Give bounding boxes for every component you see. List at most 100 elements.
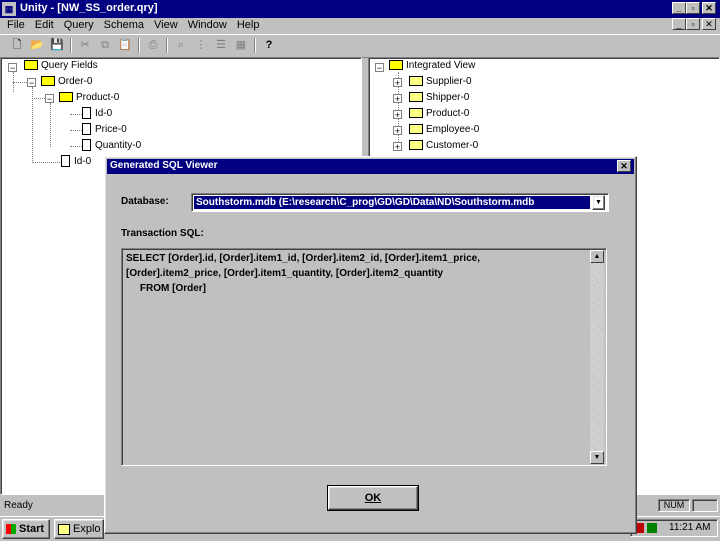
database-select[interactable]: Southstorm.mdb (E:\research\C_prog\GD\GD…: [191, 193, 609, 212]
expand-icon[interactable]: +: [393, 78, 402, 88]
collapse-icon[interactable]: −: [375, 63, 384, 73]
tree-node-integrated-view[interactable]: Integrated View: [389, 59, 475, 73]
toolbar-separator: [138, 38, 140, 53]
sql-line: [Order].item2_price, [Order].item1_quant…: [126, 268, 444, 279]
folder-open-icon: [41, 76, 55, 87]
database-select-value: Southstorm.mdb (E:\research\C_prog\GD\GD…: [194, 196, 590, 209]
folder-icon: [409, 140, 423, 151]
node-label: Id-0: [74, 156, 92, 167]
collapse-icon[interactable]: −: [45, 94, 54, 104]
node-label: Customer-0: [426, 140, 479, 151]
paste-icon[interactable]: 📋: [116, 37, 134, 54]
vertical-scrollbar[interactable]: ▲ ▼: [590, 250, 604, 464]
tree-node-supplier[interactable]: Supplier-0: [409, 75, 472, 89]
save-icon[interactable]: 💾: [48, 37, 66, 54]
folder-open-icon: [59, 92, 73, 103]
menu-view[interactable]: View: [149, 17, 183, 33]
document-icon: [82, 107, 91, 120]
scroll-down-icon[interactable]: ▼: [590, 451, 604, 464]
sql-text-area[interactable]: SELECT [Order].id, [Order].item1_id, [Or…: [121, 248, 607, 466]
new-file-icon[interactable]: 🗋: [8, 37, 26, 54]
tray-network-icon[interactable]: [647, 523, 657, 533]
folder-icon: [409, 124, 423, 135]
dialog-title: Generated SQL Viewer: [110, 160, 218, 171]
tree-node-price[interactable]: Price-0: [82, 123, 127, 137]
mdi-controls: _ ▫ ✕: [672, 18, 720, 32]
folder-icon: [409, 92, 423, 103]
chevron-down-icon[interactable]: ▼: [592, 195, 605, 210]
unity-app-icon[interactable]: ▦: [2, 2, 16, 16]
node-label: Query Fields: [41, 60, 98, 71]
sql-line: FROM [Order]: [126, 283, 206, 294]
print-icon[interactable]: ⎙: [144, 37, 162, 54]
node-label: Integrated View: [406, 60, 476, 71]
menu-schema[interactable]: Schema: [99, 17, 149, 33]
tree-node-quantity[interactable]: Quantity-0: [82, 139, 141, 153]
tree-node-shipper[interactable]: Shipper-0: [409, 91, 469, 105]
tree-line: [32, 162, 60, 163]
toolbar-separator: [254, 38, 256, 53]
tree-node-employee[interactable]: Employee-0: [409, 123, 479, 137]
tree-node-query-fields[interactable]: Query Fields: [24, 59, 98, 73]
tree-line: [70, 114, 82, 115]
node-label: Supplier-0: [426, 76, 472, 87]
dialog-titlebar: Generated SQL Viewer ✕: [107, 159, 634, 174]
status-empty-panel: [692, 499, 718, 512]
menu-window[interactable]: Window: [183, 17, 232, 33]
menu-help[interactable]: Help: [232, 17, 265, 33]
node-label: Id-0: [95, 108, 113, 119]
collapse-icon[interactable]: −: [8, 63, 17, 73]
minimize-icon[interactable]: _: [672, 2, 686, 14]
expand-icon[interactable]: +: [393, 110, 402, 120]
database-value-text: Southstorm.mdb (E:\research\C_prog\GD\GD…: [196, 197, 535, 208]
app-title: Unity - [NW_SS_order.qry]: [20, 2, 158, 14]
find-icon[interactable]: ⌕: [172, 37, 190, 54]
child-close-icon[interactable]: ✕: [702, 18, 716, 30]
document-icon: [82, 139, 91, 152]
menu-query[interactable]: Query: [59, 17, 99, 33]
cut-icon[interactable]: ✂: [76, 37, 94, 54]
child-minimize-icon[interactable]: _: [672, 18, 686, 30]
menu-edit[interactable]: Edit: [30, 17, 59, 33]
clock[interactable]: 11:21 AM: [669, 522, 711, 533]
expand-icon[interactable]: +: [393, 142, 402, 152]
node-label: Quantity-0: [95, 140, 142, 151]
tree-node-order-id[interactable]: Id-0: [61, 155, 91, 169]
tree-node-id[interactable]: Id-0: [82, 107, 112, 121]
table-icon[interactable]: ▦: [232, 37, 250, 54]
tree-line: [32, 98, 45, 99]
ok-button[interactable]: OK: [327, 485, 419, 511]
collapse-icon[interactable]: −: [27, 78, 36, 88]
tree-line: [70, 146, 82, 147]
folder-icon: [409, 76, 423, 87]
expand-icon[interactable]: +: [393, 94, 402, 104]
open-folder-icon[interactable]: 📂: [28, 37, 46, 54]
help-icon[interactable]: ?: [260, 37, 278, 54]
scroll-up-icon[interactable]: ▲: [590, 250, 604, 263]
windows-logo-icon: [6, 524, 16, 535]
tree-node-product[interactable]: Product-0: [59, 91, 119, 105]
menu-file[interactable]: File: [2, 17, 30, 33]
sql-line: SELECT [Order].id, [Order].item1_id, [Or…: [126, 253, 480, 264]
copy-icon[interactable]: ⧉: [96, 37, 114, 54]
restore-icon[interactable]: ▫: [686, 2, 700, 14]
num-lock-label: NUM: [663, 500, 685, 510]
start-button[interactable]: Start: [2, 519, 50, 539]
list-icon[interactable]: ☰: [212, 37, 230, 54]
node-label: Product-0: [426, 108, 470, 119]
dialog-close-icon[interactable]: ✕: [617, 160, 631, 172]
node-label: Order-0: [58, 76, 93, 87]
tree-node-customer[interactable]: Customer-0: [409, 139, 478, 153]
node-label: Shipper-0: [426, 92, 470, 103]
node-label: Price-0: [95, 124, 127, 135]
ok-label: OK: [364, 492, 382, 504]
child-restore-icon[interactable]: ▫: [686, 18, 700, 30]
tree-node-product[interactable]: Product-0: [409, 107, 469, 121]
taskbar-task-explorer[interactable]: Explo: [54, 519, 104, 539]
tree-line: [13, 82, 27, 83]
tree-node-order[interactable]: Order-0: [41, 75, 92, 89]
close-icon[interactable]: ✕: [702, 2, 716, 14]
tree-icon[interactable]: ⋮: [192, 37, 210, 54]
expand-icon[interactable]: +: [393, 126, 402, 136]
database-label: Database:: [121, 196, 169, 207]
